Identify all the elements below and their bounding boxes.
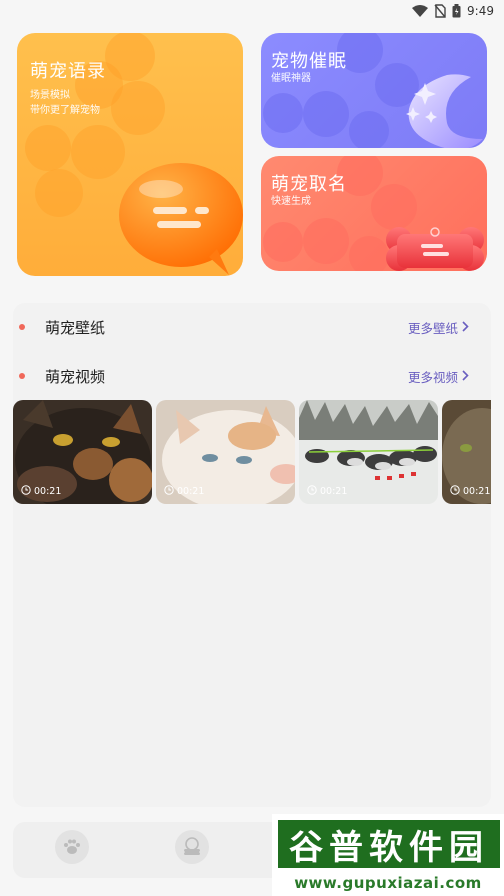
watermark-title: 谷普软件园: [278, 820, 500, 868]
wallpaper-section-title: 萌宠壁纸: [45, 318, 106, 337]
video-duration: 00:21: [164, 485, 204, 498]
clock-icon: [21, 485, 31, 498]
video-thumbnail[interactable]: 00:21: [442, 400, 491, 504]
card-subtitle: 带你更了解宠物: [30, 105, 100, 116]
bone-tag-icon: [385, 222, 485, 271]
more-videos-label: 更多视频: [407, 369, 458, 385]
video-thumbnail[interactable]: 00:21: [156, 400, 295, 504]
pet-quotes-card[interactable]: 萌宠语录 场景模拟 带你更了解宠物: [17, 33, 243, 276]
video-duration: 00:21: [307, 485, 347, 498]
card-title: 萌宠语录: [30, 61, 106, 82]
content-panel: 萌宠壁纸 更多壁纸 萌宠视频 更多视频 00:21 00:21 00:21 00…: [13, 303, 491, 807]
card-title: 萌宠取名: [271, 174, 347, 195]
paw-icon[interactable]: [55, 830, 89, 864]
wifi-icon: [412, 5, 429, 17]
clock-icon: [307, 485, 317, 498]
no-sim-icon: [434, 4, 446, 18]
clock-icon: [450, 485, 460, 498]
bullet-dot: [19, 373, 25, 379]
watermark-overlay: 谷普软件园 www.gupuxiazai.com: [272, 814, 504, 896]
video-duration: 00:21: [21, 485, 61, 498]
chevron-right-icon: [462, 369, 469, 384]
video-section-title: 萌宠视频: [45, 367, 106, 386]
watermark-url: www.gupuxiazai.com: [294, 874, 482, 892]
bullet-dot: [19, 324, 25, 330]
card-subtitle: 快速生成: [271, 196, 311, 207]
wallpaper-section-header: 萌宠壁纸 更多壁纸: [13, 312, 491, 342]
more-wallpapers-label: 更多壁纸: [407, 320, 458, 336]
pet-naming-card[interactable]: 萌宠取名 快速生成: [261, 156, 487, 271]
moon-icon: [401, 71, 487, 148]
more-wallpapers-link[interactable]: 更多壁纸: [408, 318, 469, 337]
video-duration: 00:21: [450, 485, 490, 498]
card-subtitle: 催眠神器: [271, 73, 311, 84]
video-carousel[interactable]: 00:21 00:21 00:21 00:21: [13, 400, 491, 504]
video-thumbnail[interactable]: 00:21: [13, 400, 152, 504]
card-subtitle: 场景模拟: [30, 90, 70, 101]
speech-bubble-icon: [117, 161, 243, 276]
card-title: 宠物催眠: [271, 51, 347, 72]
chevron-right-icon: [462, 320, 469, 335]
video-section-header: 萌宠视频 更多视频: [13, 361, 491, 391]
video-thumbnail[interactable]: 00:21: [299, 400, 438, 504]
pet-hypnosis-card[interactable]: 宠物催眠 催眠神器: [261, 33, 487, 148]
bone-icon[interactable]: [175, 830, 209, 864]
clock-time: 9:49: [467, 4, 494, 18]
status-bar: 9:49: [0, 0, 504, 22]
more-videos-link[interactable]: 更多视频: [408, 367, 469, 386]
battery-icon: [452, 4, 461, 18]
clock-icon: [164, 485, 174, 498]
